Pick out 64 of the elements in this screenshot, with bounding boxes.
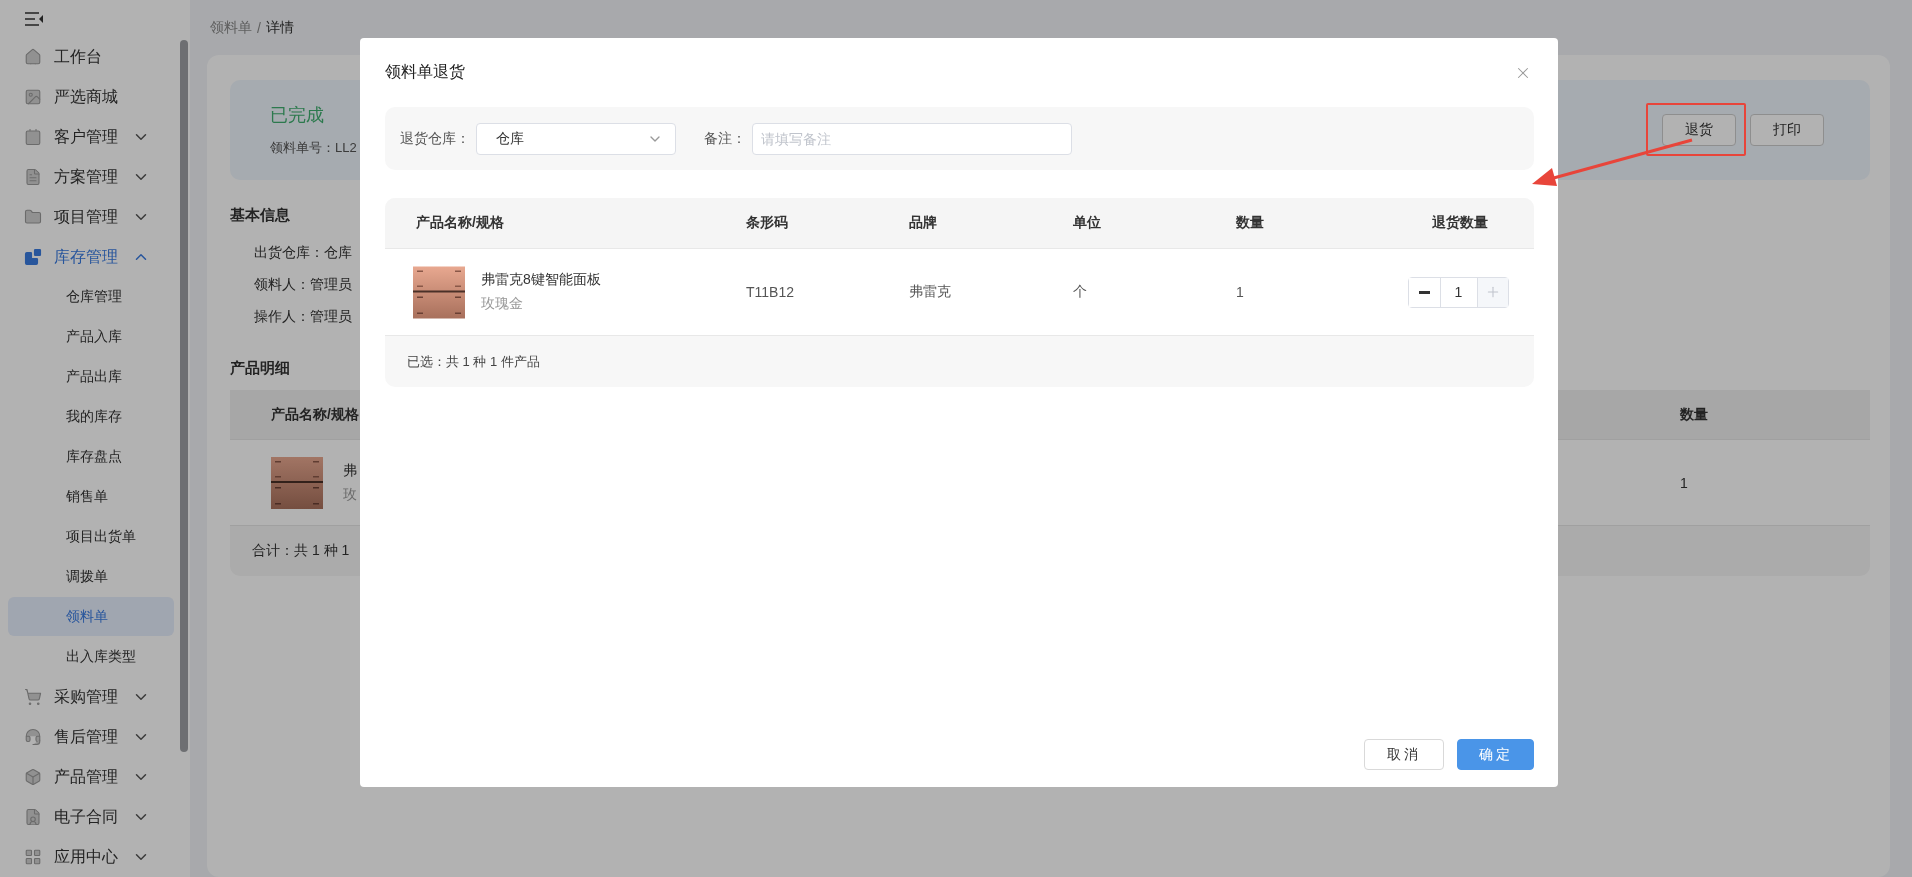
column-header: 条形码 — [746, 214, 789, 232]
sidebar-subitem[interactable]: 库存盘点 — [8, 437, 174, 476]
nav-icon — [24, 168, 42, 186]
minus-icon — [1418, 290, 1430, 294]
product-name: 弗 — [343, 461, 357, 480]
product-name: 弗雷克8键智能面板 — [481, 271, 601, 289]
info-field: 出货仓库：仓库 — [254, 237, 352, 269]
scrollbar[interactable] — [180, 40, 188, 752]
sidebar-subitem[interactable]: 项目出货单 — [8, 517, 174, 556]
nav-icon — [24, 248, 42, 266]
table-cell-text: 个 — [1073, 283, 1088, 301]
sidebar-item[interactable]: 应用中心 — [0, 837, 190, 877]
column-header: 单位 — [1073, 214, 1102, 232]
table-cell-text: 1 — [1236, 284, 1245, 300]
sidebar-subitem[interactable]: 出入库类型 — [8, 637, 174, 676]
column-header: 数量 — [1680, 405, 1709, 424]
field-label: 备注： — [704, 129, 746, 148]
sidebar-item[interactable]: 产品管理 — [0, 757, 190, 797]
menu-icon[interactable] — [24, 10, 44, 27]
order-number: 领料单号：LL2 — [270, 139, 357, 157]
sidebar-subitem[interactable]: 我的库存 — [8, 397, 174, 436]
sidebar-subitem[interactable]: 仓库管理 — [8, 277, 174, 316]
info-field: 操作人：管理员 — [254, 301, 352, 333]
section-title: 基本信息 — [230, 206, 290, 225]
table-cell-text: 弗雷克 — [909, 283, 952, 301]
column-header: 产品名称/规格 — [271, 405, 360, 424]
cancel-button[interactable]: 取消 — [1364, 739, 1444, 770]
table-summary: 已选：共 1 种 1 件产品 — [406, 352, 541, 371]
column-header: 退货数量 — [1431, 214, 1489, 232]
product-spec: 玫 — [343, 485, 357, 504]
nav-icon — [24, 88, 42, 106]
column-header: 数量 — [1236, 214, 1265, 232]
info-field: 领料人：管理员 — [254, 269, 352, 301]
nav-icon — [24, 688, 42, 706]
table-cell-text: T11B12 — [746, 284, 795, 300]
sidebar-subitem[interactable]: 产品入库 — [8, 317, 174, 356]
warehouse-select[interactable]: 仓库 — [476, 122, 676, 155]
product-spec: 玫瑰金 — [481, 295, 524, 313]
nav-icon — [24, 128, 42, 146]
sidebar-subitem[interactable]: 调拨单 — [8, 557, 174, 596]
column-header: 品牌 — [909, 214, 938, 232]
section-title: 产品明细 — [230, 359, 290, 378]
nav-icon — [24, 728, 42, 746]
remark-field[interactable]: 请填写备注 — [752, 122, 1072, 155]
sidebar-item[interactable]: 电子合同 — [0, 797, 190, 837]
breadcrumb-current: 详情 — [265, 18, 294, 37]
dialog-title: 领料单退货 — [385, 62, 465, 82]
quantity-stepper[interactable]: 1 — [1408, 276, 1509, 308]
nav-icon — [24, 208, 42, 226]
sidebar-subitem[interactable]: 产品出库 — [8, 357, 174, 396]
sidebar-subitem[interactable]: 销售单 — [8, 477, 174, 516]
breadcrumb-separator: / — [257, 19, 261, 36]
nav-icon — [24, 808, 42, 826]
return-button[interactable]: 退货 — [1662, 114, 1736, 146]
field-label: 退货仓库： — [400, 129, 470, 148]
column-header: 产品名称/规格 — [416, 214, 505, 232]
nav-icon — [24, 768, 42, 786]
nav-icon — [24, 848, 42, 866]
nav-icon — [24, 48, 42, 66]
table-cell-text: 1 — [1680, 474, 1689, 491]
print-button[interactable]: 打印 — [1750, 114, 1824, 146]
quantity-field[interactable]: 1 — [1439, 277, 1478, 307]
status-text: 已完成 — [270, 104, 325, 127]
table-summary: 合计：共 1 种 1 — [251, 541, 351, 560]
